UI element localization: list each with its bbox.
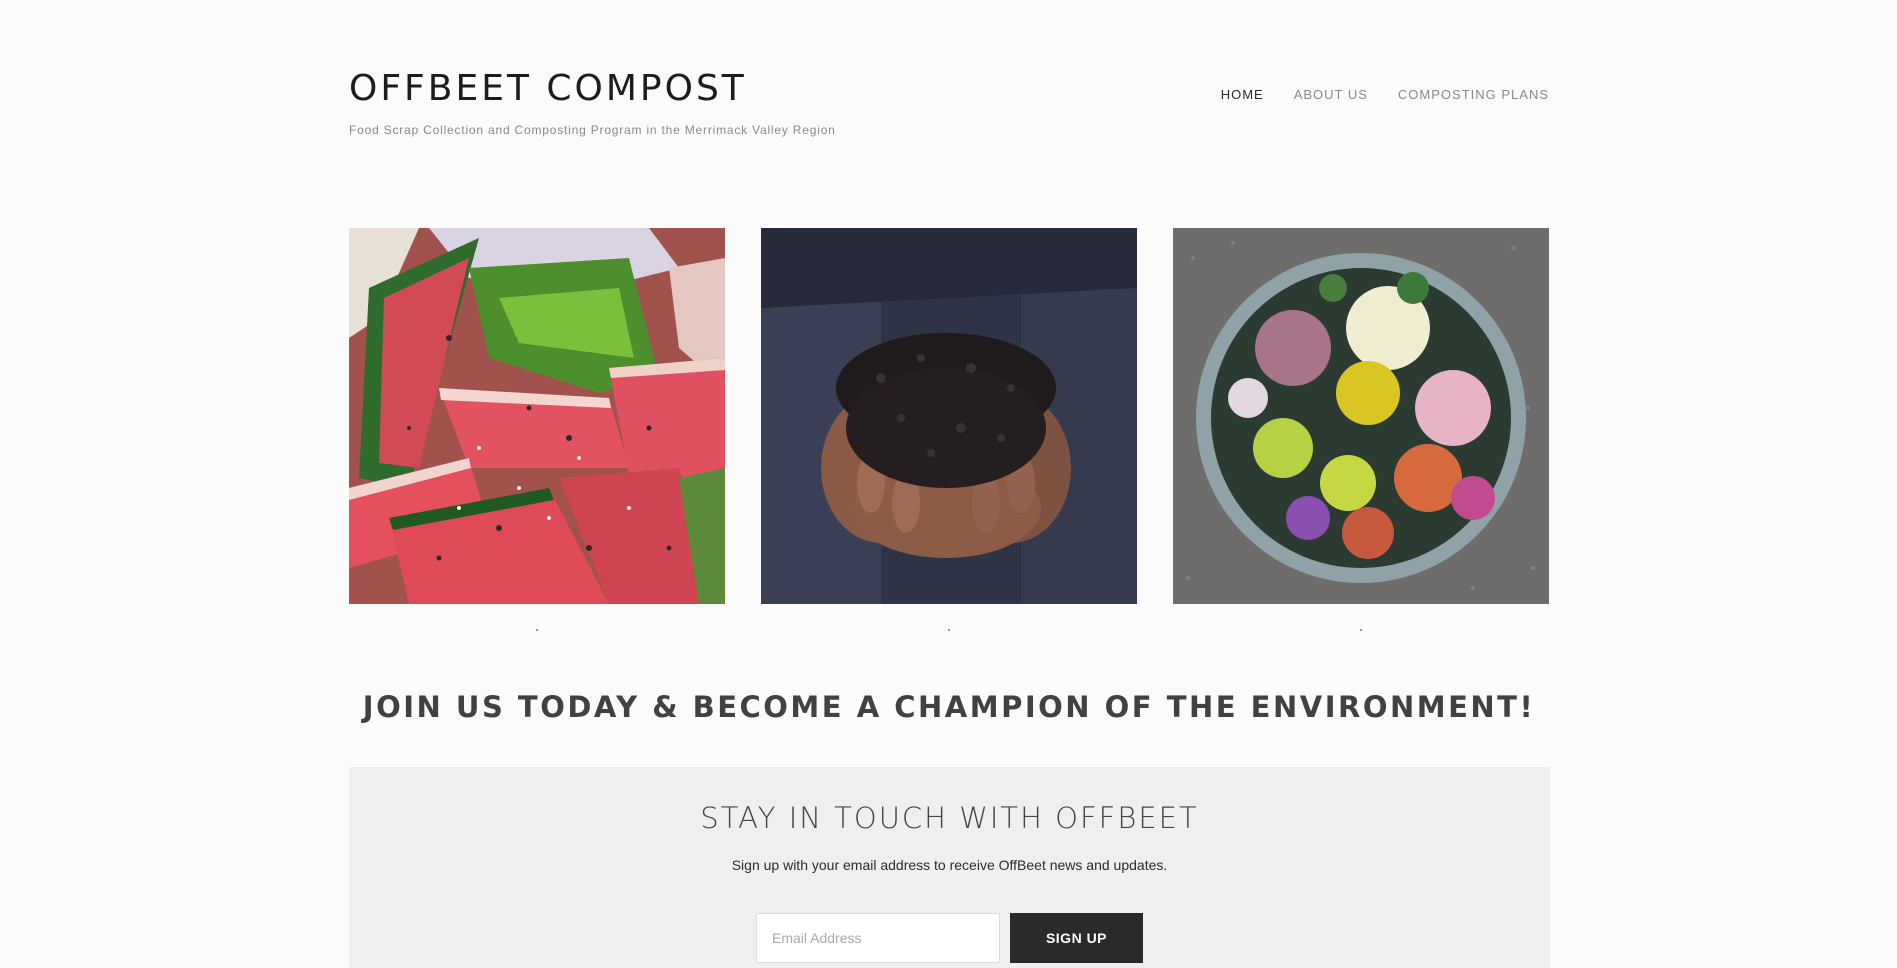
nav-item-home[interactable]: HOME [1221,87,1264,102]
gallery-item [349,228,725,631]
sign-up-button[interactable]: SIGN UP [1010,913,1143,963]
site-header: OFFBEET COMPOST Food Scrap Collection an… [349,68,1549,158]
hands-holding-compost-photo[interactable] [761,228,1137,604]
newsletter-title: STAY IN TOUCH WITH OFFBEET [700,801,1199,835]
gallery-item [761,228,1137,631]
nav-item-about-us[interactable]: ABOUT US [1294,87,1368,102]
watermelon-scraps-photo[interactable] [349,228,725,604]
site-title[interactable]: OFFBEET COMPOST [349,68,747,109]
caption-marker [948,629,950,631]
caption-marker [1360,629,1362,631]
cta-heading: JOIN US TODAY & BECOME A CHAMPION OF THE… [362,690,1536,724]
gallery-item [1173,228,1549,631]
newsletter-description: Sign up with your email address to recei… [731,857,1168,873]
nav-item-composting-plans[interactable]: COMPOSTING PLANS [1398,87,1549,102]
newsletter-form: SIGN UP [756,913,1143,963]
caption-marker [536,629,538,631]
site-tagline: Food Scrap Collection and Composting Pro… [349,123,836,137]
email-field[interactable] [756,913,1000,963]
newsletter-block: STAY IN TOUCH WITH OFFBEET Sign up with … [349,767,1550,968]
image-gallery [349,228,1549,631]
flower-bucket-photo[interactable] [1173,228,1549,604]
main-nav: HOME ABOUT US COMPOSTING PLANS [1221,87,1549,102]
